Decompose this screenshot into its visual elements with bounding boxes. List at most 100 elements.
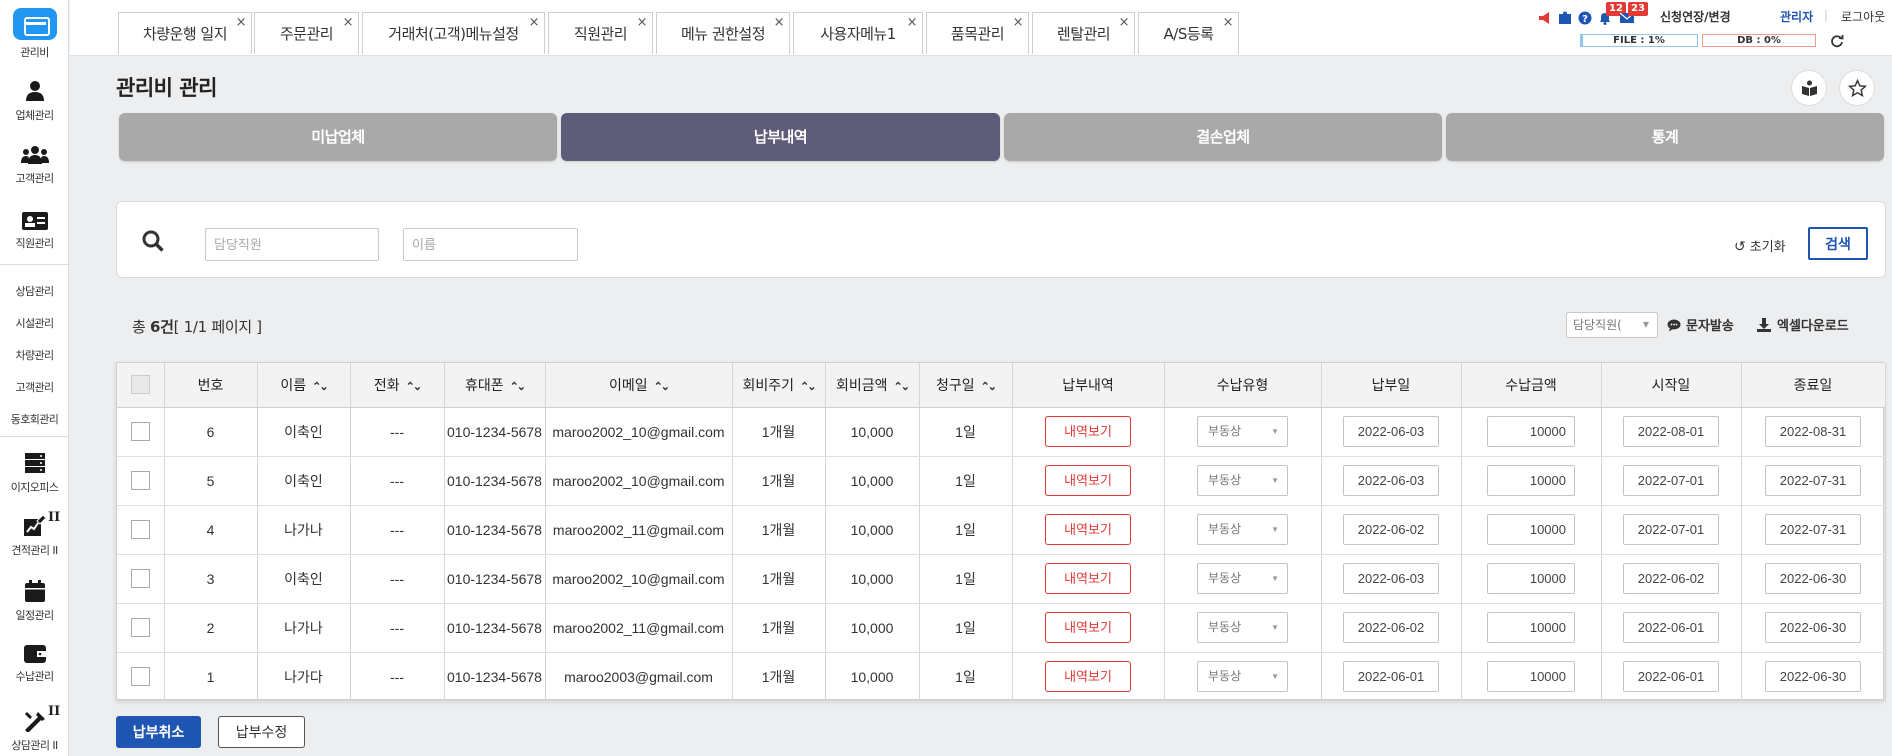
end-date-input[interactable]: 2022-06-30 — [1765, 661, 1861, 692]
row-checkbox[interactable] — [130, 471, 150, 490]
tab-items[interactable]: 품목관리 × — [926, 12, 1029, 54]
sort-icon[interactable]: ⌃⌄ — [510, 381, 527, 393]
row-checkbox[interactable] — [130, 618, 150, 637]
sort-icon[interactable]: ⌃⌄ — [894, 381, 911, 393]
close-icon[interactable]: × — [907, 2, 918, 44]
pay-type-select[interactable]: 부동상 — [1197, 563, 1288, 594]
view-history-button[interactable]: 내역보기 — [1045, 661, 1131, 692]
staff-filter-select[interactable]: 담당직원( ▼ — [1566, 312, 1658, 338]
start-date-input[interactable]: 2022-06-01 — [1623, 612, 1719, 643]
name-search-input[interactable] — [403, 228, 578, 261]
sidebar-item-consult[interactable]: 상담관리 — [0, 283, 69, 299]
end-date-input[interactable]: 2022-06-30 — [1765, 563, 1861, 594]
start-date-input[interactable]: 2022-07-01 — [1623, 465, 1719, 496]
logout-link[interactable]: 로그아웃 — [1841, 8, 1885, 25]
reset-button[interactable]: ↺ 초기화 — [1734, 236, 1786, 255]
sort-icon[interactable]: ⌃⌄ — [406, 381, 423, 393]
pay-date-input[interactable]: 2022-06-03 — [1343, 563, 1439, 594]
pay-type-select[interactable]: 부동상 — [1197, 612, 1288, 643]
pay-date-input[interactable]: 2022-06-02 — [1343, 612, 1439, 643]
end-date-input[interactable]: 2022-07-31 — [1765, 465, 1861, 496]
amount-input[interactable]: 10000 — [1487, 563, 1575, 594]
start-date-input[interactable]: 2022-08-01 — [1623, 416, 1719, 447]
sort-icon[interactable]: ⌃⌄ — [981, 381, 998, 393]
amount-input[interactable]: 10000 — [1487, 514, 1575, 545]
tab-menu-permission[interactable]: 메뉴 권한설정 × — [656, 12, 790, 54]
end-date-input[interactable]: 2022-07-31 — [1765, 514, 1861, 545]
pay-date-input[interactable]: 2022-06-03 — [1343, 465, 1439, 496]
col-header-bill-day[interactable]: 청구일 ⌃⌄ — [919, 363, 1013, 408]
amount-input[interactable]: 10000 — [1487, 612, 1575, 643]
tab-statistics[interactable]: 통계 — [1446, 113, 1884, 161]
extend-link[interactable]: 신청연장/변경 — [1660, 8, 1731, 25]
sidebar-item-staff[interactable]: 직원관리 — [0, 212, 69, 251]
row-checkbox[interactable] — [130, 667, 150, 686]
tab-payment-history[interactable]: 납부내역 — [561, 113, 1000, 161]
tab-staff[interactable]: 직원관리 × — [548, 12, 653, 54]
close-icon[interactable]: × — [1013, 2, 1024, 44]
tab-unpaid[interactable]: 미납업체 — [119, 113, 557, 161]
user-role-link[interactable]: 관리자 — [1780, 8, 1813, 25]
sidebar-item-schedule[interactable]: 일정관리 — [0, 580, 69, 623]
manual-button[interactable] — [1791, 70, 1827, 106]
tab-client-menu[interactable]: 거래처(고객)메뉴설정 × — [362, 12, 545, 54]
col-header-mobile[interactable]: 휴대폰 ⌃⌄ — [444, 363, 546, 408]
pay-date-input[interactable]: 2022-06-03 — [1343, 416, 1439, 447]
start-date-input[interactable]: 2022-06-02 — [1623, 563, 1719, 594]
cancel-payment-button[interactable]: 납부취소 — [116, 716, 201, 748]
tab-as-register[interactable]: A/S등록 × — [1138, 12, 1239, 54]
pay-type-select[interactable]: 부동상 — [1197, 661, 1288, 692]
view-history-button[interactable]: 내역보기 — [1045, 465, 1131, 496]
help-icon[interactable]: ? — [1578, 11, 1592, 25]
favorite-button[interactable] — [1839, 70, 1875, 106]
close-icon[interactable]: × — [637, 2, 648, 44]
col-header-cycle[interactable]: 회비주기 ⌃⌄ — [732, 363, 826, 408]
sidebar-item-easyoffice[interactable]: 이지오피스 — [0, 452, 69, 495]
pay-type-select[interactable]: 부동상 — [1197, 465, 1288, 496]
close-icon[interactable]: × — [236, 2, 247, 44]
close-icon[interactable]: × — [529, 2, 540, 44]
col-header-phone[interactable]: 전화 ⌃⌄ — [350, 363, 445, 408]
sidebar-item-club[interactable]: 동호회관리 — [0, 411, 69, 427]
close-icon[interactable]: × — [774, 2, 785, 44]
refresh-icon[interactable] — [1830, 34, 1844, 48]
close-icon[interactable]: × — [1223, 2, 1234, 44]
megaphone-icon[interactable] — [1538, 11, 1552, 25]
sidebar-item-mgmt-fee[interactable]: 관리비 — [0, 8, 69, 60]
tab-rental[interactable]: 렌탈관리 × — [1032, 12, 1135, 54]
amount-input[interactable]: 10000 — [1487, 661, 1575, 692]
end-date-input[interactable]: 2022-06-30 — [1765, 612, 1861, 643]
close-icon[interactable]: × — [343, 2, 354, 44]
start-date-input[interactable]: 2022-07-01 — [1623, 514, 1719, 545]
tab-vehicle-log[interactable]: 차량운행 일지 × — [118, 12, 252, 54]
sidebar-item-customer[interactable]: 고객관리 — [0, 145, 69, 186]
pay-type-select[interactable]: 부동상 — [1197, 514, 1288, 545]
edit-payment-button[interactable]: 납부수정 — [218, 716, 305, 748]
amount-input[interactable]: 10000 — [1487, 416, 1575, 447]
col-header-fee[interactable]: 회비금액 ⌃⌄ — [825, 363, 920, 408]
sms-send-button[interactable]: 문자발송 — [1667, 315, 1734, 334]
tab-order[interactable]: 주문관리 × — [254, 12, 359, 54]
sidebar-item-vehicle[interactable]: 차량관리 — [0, 347, 69, 363]
pay-type-select[interactable]: 부동상 — [1197, 416, 1288, 447]
sidebar-item-payment[interactable]: 수납관리 — [0, 645, 69, 684]
sort-icon[interactable]: ⌃⌄ — [800, 381, 817, 393]
row-checkbox[interactable] — [130, 569, 150, 588]
book-icon[interactable] — [1558, 11, 1572, 25]
sidebar-item-facility[interactable]: 시설관리 — [0, 315, 69, 331]
pay-date-input[interactable]: 2022-06-02 — [1343, 514, 1439, 545]
end-date-input[interactable]: 2022-08-31 — [1765, 416, 1861, 447]
staff-search-input[interactable] — [205, 228, 379, 261]
tab-loss[interactable]: 결손업체 — [1004, 113, 1442, 161]
search-button[interactable]: 검색 — [1808, 227, 1868, 260]
start-date-input[interactable]: 2022-06-01 — [1623, 661, 1719, 692]
amount-input[interactable]: 10000 — [1487, 465, 1575, 496]
col-header-name[interactable]: 이름 ⌃⌄ — [257, 363, 351, 408]
view-history-button[interactable]: 내역보기 — [1045, 563, 1131, 594]
row-checkbox[interactable] — [130, 422, 150, 441]
view-history-button[interactable]: 내역보기 — [1045, 514, 1131, 545]
sidebar-item-customer-2[interactable]: 고객관리 — [0, 379, 69, 395]
select-all-checkbox[interactable] — [130, 375, 150, 395]
sort-icon[interactable]: ⌃⌄ — [654, 381, 671, 393]
close-icon[interactable]: × — [1119, 2, 1130, 44]
